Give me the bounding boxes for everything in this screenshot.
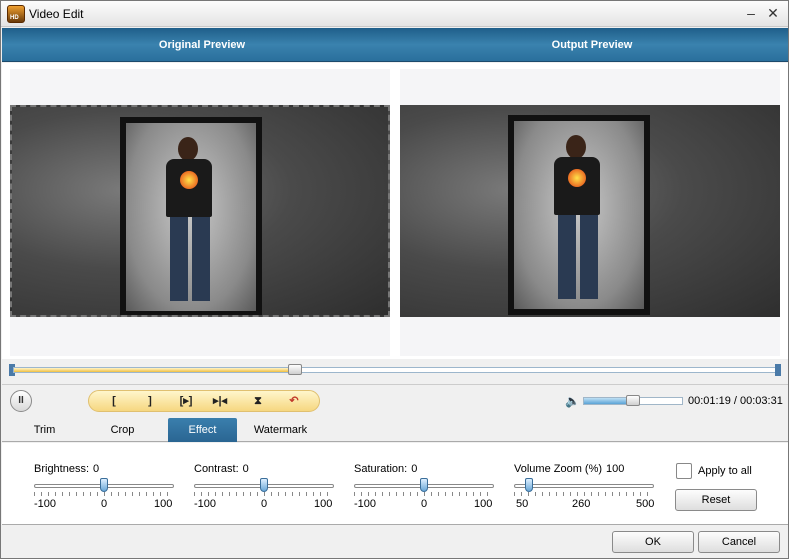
shirt-logo-shape <box>568 169 586 187</box>
preview-header-band: Original Preview Output Preview <box>2 28 788 62</box>
prev-frame-icon[interactable]: ▸|◂ <box>209 393 231 409</box>
volume-zoom-min: 50 <box>516 498 529 510</box>
edit-tool-strip: [ ] [▸] ▸|◂ ⧗ ↶ <box>88 390 320 412</box>
undo-icon[interactable]: ↶ <box>283 393 305 409</box>
person-legs-shape <box>170 217 210 301</box>
output-video-frame <box>400 105 780 317</box>
contrast-value: 0 <box>242 463 249 475</box>
seek-track[interactable] <box>13 367 777 373</box>
close-button[interactable]: ✕ <box>763 4 783 22</box>
app-icon-text: HD <box>10 15 19 21</box>
brightness-label: Brightness: <box>34 463 90 475</box>
ok-button[interactable]: OK <box>612 531 694 553</box>
output-preview-pane <box>400 69 780 356</box>
app-icon: HD <box>7 5 25 23</box>
original-preview-pane <box>10 69 390 356</box>
apply-to-all-label: Apply to all <box>698 465 752 477</box>
total-time: 00:03:31 <box>740 395 783 407</box>
volume-thumb[interactable] <box>626 395 640 406</box>
volume-slider[interactable] <box>583 395 683 406</box>
volume-zoom-slider[interactable] <box>514 484 654 488</box>
volume-zoom-value: 100 <box>606 463 625 475</box>
tab-crop[interactable]: Crop <box>90 418 155 442</box>
merge-icon[interactable]: ⧗ <box>247 393 269 409</box>
brightness-thumb[interactable] <box>100 478 108 492</box>
brightness-min: -100 <box>34 498 57 510</box>
tab-trim[interactable]: Trim <box>12 418 77 442</box>
volume-zoom-max: 500 <box>636 498 655 510</box>
saturation-thumb[interactable] <box>420 478 428 492</box>
original-preview-label: Original Preview <box>158 39 246 51</box>
speaker-icon[interactable]: 🔈 <box>565 394 580 408</box>
contrast-ticks <box>194 492 334 496</box>
saturation-mid: 0 <box>421 498 428 510</box>
saturation-min: -100 <box>354 498 377 510</box>
person-head-shape <box>566 135 586 159</box>
edit-tabs: Trim Crop Effect Watermark <box>2 417 788 442</box>
volume-zoom-mid: 260 <box>572 498 591 510</box>
current-time: 00:01:19 <box>688 395 731 407</box>
split-play-icon[interactable]: [▸] <box>175 393 197 409</box>
brightness-max: 100 <box>154 498 173 510</box>
volume-zoom-label: Volume Zoom (%) <box>514 463 603 475</box>
volume-zoom-thumb[interactable] <box>525 478 534 492</box>
apply-to-all-checkbox[interactable] <box>676 463 692 479</box>
minimize-button[interactable]: – <box>741 4 761 22</box>
person-legs-shape <box>558 215 598 299</box>
output-preview-label: Output Preview <box>551 39 633 51</box>
shirt-logo-shape <box>180 171 198 189</box>
cancel-button[interactable]: Cancel <box>698 531 780 553</box>
window-title: Video Edit <box>29 7 84 21</box>
preview-area <box>2 63 788 359</box>
mark-in-icon[interactable]: [ <box>103 393 125 409</box>
seek-bar[interactable] <box>9 362 781 378</box>
seek-end-marker[interactable] <box>775 364 781 376</box>
effect-panel: Brightness: 0 -100 0 100 Contrast: 0 -100 … <box>2 443 788 525</box>
player-controls: II [ ] [▸] ▸|◂ ⧗ ↶ 🔈 00:01:19 / 00:03:31 <box>2 384 788 416</box>
brightness-mid: 0 <box>101 498 108 510</box>
original-video-frame[interactable] <box>10 105 390 317</box>
seek-thumb[interactable] <box>287 364 302 375</box>
saturation-ticks <box>354 492 494 496</box>
contrast-thumb[interactable] <box>260 478 268 492</box>
title-bar: HD Video Edit – ✕ <box>1 1 788 27</box>
video-edit-window: HD Video Edit – ✕ Original Preview Outpu… <box>0 0 789 559</box>
pause-button[interactable]: II <box>10 390 32 412</box>
volume-zoom-ticks <box>514 492 654 496</box>
person-head-shape <box>178 137 198 161</box>
mark-out-icon[interactable]: ] <box>139 393 161 409</box>
contrast-min: -100 <box>194 498 217 510</box>
contrast-max: 100 <box>314 498 333 510</box>
brightness-ticks <box>34 492 174 496</box>
tab-watermark[interactable]: Watermark <box>248 418 313 442</box>
contrast-mid: 0 <box>261 498 268 510</box>
saturation-max: 100 <box>474 498 493 510</box>
saturation-value: 0 <box>411 463 418 475</box>
seek-fill <box>14 368 296 372</box>
contrast-label: Contrast: <box>194 463 239 475</box>
time-readout: 00:01:19 / 00:03:31 <box>688 395 783 407</box>
brightness-value: 0 <box>93 463 100 475</box>
tab-effect[interactable]: Effect <box>168 418 237 442</box>
reset-button[interactable]: Reset <box>675 489 757 511</box>
saturation-label: Saturation: <box>354 463 408 475</box>
